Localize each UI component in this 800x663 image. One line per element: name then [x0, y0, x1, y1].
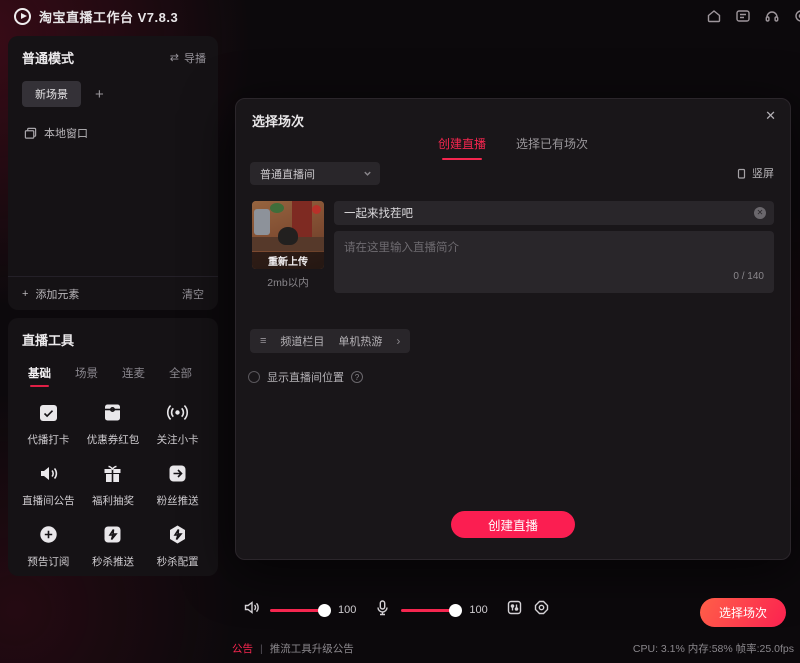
reupload-label[interactable]: 重新上传 — [252, 252, 324, 269]
home-icon[interactable] — [706, 8, 722, 24]
add-element-button[interactable]: + 添加元素 — [22, 286, 79, 302]
create-live-button[interactable]: 创建直播 — [451, 511, 575, 538]
cover-size-hint: 2mb以内 — [252, 275, 324, 290]
director-label: 导播 — [184, 50, 206, 66]
gift-icon — [101, 462, 124, 485]
mic-value: 100 — [469, 604, 487, 616]
volume-value: 100 — [338, 604, 356, 616]
mic-slider[interactable] — [401, 603, 459, 617]
window-icon — [24, 127, 37, 140]
tab-scene[interactable]: 场景 — [75, 365, 98, 387]
close-icon[interactable]: ✕ — [765, 108, 776, 124]
location-label: 显示直播间位置 — [267, 369, 344, 385]
tool-coupon-redpacket[interactable]: 优惠券红包 — [81, 401, 146, 447]
chevron-down-icon — [363, 169, 372, 178]
message-icon[interactable] — [735, 8, 751, 24]
status-bar: 公告 | 推流工具升级公告 CPU: 3.1% 内存:58% 帧率:25.0fp… — [232, 641, 794, 656]
room-type-select[interactable]: 普通直播间 — [250, 162, 380, 185]
tab-create-live[interactable]: 创建直播 — [438, 135, 486, 160]
tab-all[interactable]: 全部 — [169, 365, 192, 387]
tool-checkin[interactable]: 代播打卡 — [16, 401, 81, 447]
plus-circle-icon — [37, 523, 60, 546]
arrow-push-icon — [166, 462, 189, 485]
scene-tab-new[interactable]: 新场景 — [22, 81, 81, 107]
notice-link[interactable]: 推流工具升级公告 — [270, 641, 354, 656]
red-packet-icon — [101, 401, 124, 424]
show-location-checkbox[interactable]: 显示直播间位置 ? — [248, 369, 363, 385]
title-bar: 淘宝直播工作台 V7.8.3 — [0, 0, 800, 32]
help-icon[interactable]: ? — [351, 371, 363, 383]
modal-title: 选择场次 — [252, 111, 304, 130]
calendar-check-icon — [37, 401, 60, 424]
bottom-control-bar: 100 100 — [243, 599, 550, 621]
portrait-screen-icon — [736, 168, 747, 179]
swap-arrows-icon: ⇄ — [170, 51, 179, 64]
plus-icon: + — [22, 288, 28, 300]
mic-slider-knob[interactable] — [449, 604, 462, 617]
tab-link-mic[interactable]: 连麦 — [122, 365, 145, 387]
add-element-label: 添加元素 — [35, 286, 79, 302]
scene-panel-title: 普通模式 — [22, 48, 74, 67]
app-title: 淘宝直播工作台 V7.8.3 — [39, 7, 178, 26]
speaker-icon — [37, 462, 60, 485]
room-type-value: 普通直播间 — [260, 166, 315, 182]
live-tools-panel: 直播工具 基础 场景 连麦 全部 代播打卡 优惠券红包 关注小卡 直播间公告 福… — [8, 318, 218, 576]
channel-label: 频道栏目 — [280, 333, 324, 349]
char-counter: 0 / 140 — [733, 271, 764, 282]
clear-button[interactable]: 清空 — [182, 286, 204, 302]
chevron-right-icon: › — [396, 334, 400, 348]
volume-icon[interactable] — [243, 599, 260, 621]
tool-preview-subscribe[interactable]: 预告订阅 — [16, 523, 81, 569]
clear-input-icon[interactable]: ✕ — [754, 207, 766, 219]
source-item-label: 本地窗口 — [44, 125, 88, 141]
settings-icon[interactable] — [793, 8, 800, 24]
add-scene-button[interactable]: + — [95, 86, 104, 103]
tool-follow-card[interactable]: 关注小卡 — [145, 401, 210, 447]
tools-tab-bar: 基础 场景 连麦 全部 — [8, 349, 218, 387]
scene-panel: 普通模式 ⇄ 导播 新场景 + 本地窗口 + 添加元素 清空 — [8, 36, 218, 310]
notice-badge: 公告 — [232, 641, 253, 656]
channel-category-button[interactable]: ≡ 频道栏目 单机热游 › — [250, 329, 410, 353]
cover-upload[interactable]: 重新上传 — [252, 201, 324, 269]
volume-slider-knob[interactable] — [318, 604, 331, 617]
tool-lucky-draw[interactable]: 福利抽奖 — [81, 462, 146, 508]
tool-flash-config[interactable]: 秒杀配置 — [145, 523, 210, 569]
performance-stats: CPU: 3.1% 内存:58% 帧率:25.0fps — [633, 641, 794, 656]
portrait-label: 竖屏 — [752, 165, 774, 181]
divider: | — [260, 643, 263, 655]
director-mode-toggle[interactable]: ⇄ 导播 — [170, 50, 206, 66]
live-desc-textarea[interactable] — [334, 231, 774, 293]
bolt-square-icon — [101, 523, 124, 546]
tool-flash-push[interactable]: 秒杀推送 — [81, 523, 146, 569]
microphone-icon[interactable] — [374, 599, 391, 621]
bolt-hexagon-icon — [166, 523, 189, 546]
source-item-local-window[interactable]: 本地窗口 — [8, 107, 218, 141]
channel-value: 单机热游 — [338, 333, 382, 349]
tab-existing-session[interactable]: 选择已有场次 — [516, 135, 588, 160]
select-session-modal: 选择场次 ✕ 创建直播 选择已有场次 普通直播间 竖屏 重新上传 2mb以内 ✕… — [235, 98, 791, 560]
tool-room-announcement[interactable]: 直播间公告 — [16, 462, 81, 508]
modal-tab-bar: 创建直播 选择已有场次 — [236, 135, 790, 160]
mixer-icon[interactable] — [506, 599, 523, 621]
list-icon: ≡ — [260, 335, 266, 347]
tools-panel-title: 直播工具 — [22, 330, 74, 349]
tool-fan-push[interactable]: 粉丝推送 — [145, 462, 210, 508]
headset-icon[interactable] — [764, 8, 780, 24]
tools-grid: 代播打卡 优惠券红包 关注小卡 直播间公告 福利抽奖 粉丝推送 预告订阅 秒杀 — [8, 387, 218, 569]
broadcast-icon — [166, 401, 189, 424]
tab-basic[interactable]: 基础 — [28, 365, 51, 387]
live-title-input[interactable] — [334, 201, 774, 225]
app-logo-icon — [14, 8, 31, 25]
checkbox-circle-icon[interactable] — [248, 371, 260, 383]
volume-slider[interactable] — [270, 603, 328, 617]
select-session-button[interactable]: 选择场次 — [700, 598, 786, 627]
portrait-mode-toggle[interactable]: 竖屏 — [736, 165, 774, 181]
record-settings-icon[interactable] — [533, 599, 550, 621]
